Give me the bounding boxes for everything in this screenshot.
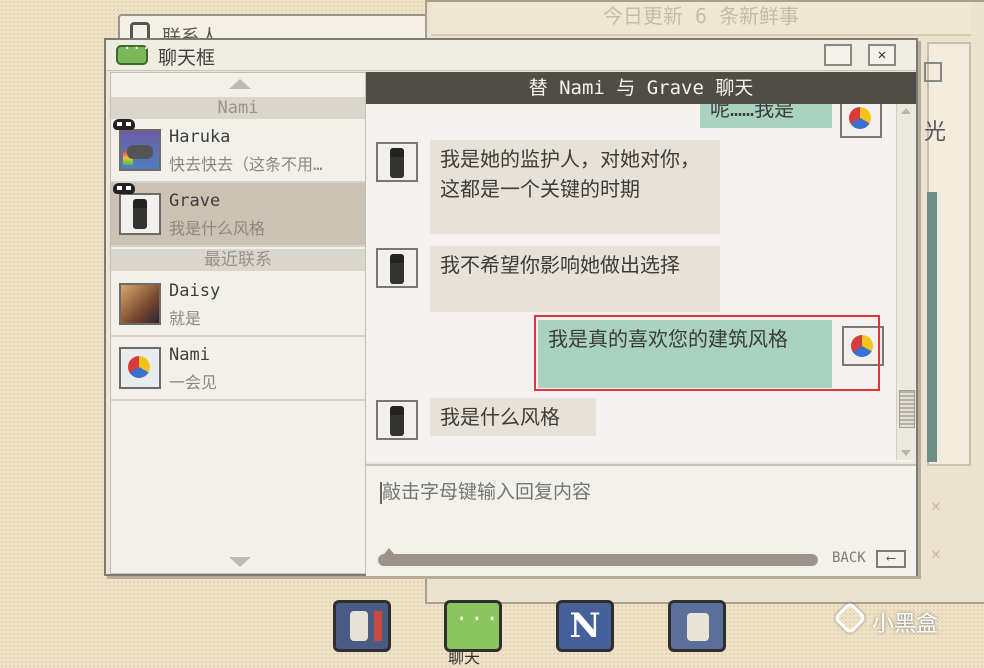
scroll-down-icon[interactable] [901,450,911,456]
chat-header: 替 Nami 与 Grave 聊天 [366,72,916,104]
news-side-text: 光 [924,120,947,145]
scroll-down-arrow-icon[interactable] [229,557,251,567]
reply-input[interactable] [380,480,884,504]
expand-icon [924,62,942,82]
contact-item-daisy[interactable]: Daisy 就是 [111,273,365,337]
scroll-up-icon[interactable] [901,108,911,114]
nami-avatar [119,347,161,389]
window-title: 聊天框 [158,47,216,69]
contact-name: Nami [169,345,210,365]
contact-name: Daisy [169,281,221,301]
section-header-recent: 最近联系 [111,249,365,271]
back-button[interactable]: BACK [832,550,866,566]
scroll-up-arrow-icon[interactable] [229,79,251,89]
grave-avatar [376,248,418,288]
message-bubble-incoming: 我是她的监护人，对她对你，这都是一个关键的时期 [430,140,720,234]
message-bubble-incoming: 我不希望你影响她做出选择 [430,246,720,312]
message-list: 呢……我是 我是她的监护人，对她对你，这都是一个关键的时期 我不希望你影响她做出… [366,104,914,462]
reply-progress-slider[interactable] [378,548,818,566]
contact-item-nami[interactable]: Nami 一会见 [111,337,365,401]
back-arrow-icon[interactable]: ⟵ [876,550,906,568]
watermark-logo-icon [833,601,867,635]
daisy-avatar [119,283,161,325]
grave-avatar [119,193,161,235]
news-icon[interactable]: N [556,600,614,652]
nami-avatar [840,104,882,138]
exit-runner-icon[interactable] [668,600,726,652]
minimize-button[interactable] [824,44,852,66]
chat-window-icon [116,41,151,65]
close-button[interactable]: ✕ [868,44,896,66]
title-bar: 聊天框 ✕ [106,40,916,71]
contact-name: Haruka [169,127,231,147]
dock-active-label: 聊天 [448,648,481,667]
contact-item-haruka[interactable]: Haruka 快去快去（这条不用… [111,119,365,183]
grave-avatar [376,400,418,440]
chat-window: 聊天框 ✕ Nami Haruka 快去快去（这条不用… Grave 我是什么风… [104,38,918,576]
mask-icon [113,183,135,194]
grave-avatar [376,142,418,182]
contact-preview: 一会见 [169,373,218,392]
contact-name: Grave [169,191,221,211]
contact-preview: 快去快去（这条不用… [169,155,323,174]
haruka-avatar [119,129,161,171]
contact-preview: 我是什么风格 [169,219,266,238]
contacts-book-icon[interactable] [333,600,391,652]
contact-preview: 就是 [169,309,202,328]
news-side-strip [927,192,937,462]
reply-input-area: BACK ⟵ [366,464,916,576]
mask-icon [113,119,135,130]
contact-list: Nami Haruka 快去快去（这条不用… Grave 我是什么风格 最近联系… [110,72,366,574]
news-banner: 今日更新 6 条新鲜事 [431,2,971,36]
message-bubble-incoming: 我是什么风格 [430,398,596,436]
chat-scrollbar[interactable] [896,104,915,460]
contact-item-grave[interactable]: Grave 我是什么风格 [111,183,365,247]
message-bubble-outgoing: 呢……我是 [700,104,832,128]
section-header-nami: Nami [111,97,365,119]
close-icon: ✕ [931,496,941,515]
watermark-text: 小黑盒 [872,612,939,637]
scroll-thumb[interactable] [899,390,915,428]
highlight-annotation-box [534,315,880,391]
close-icon: ✕ [931,544,941,563]
